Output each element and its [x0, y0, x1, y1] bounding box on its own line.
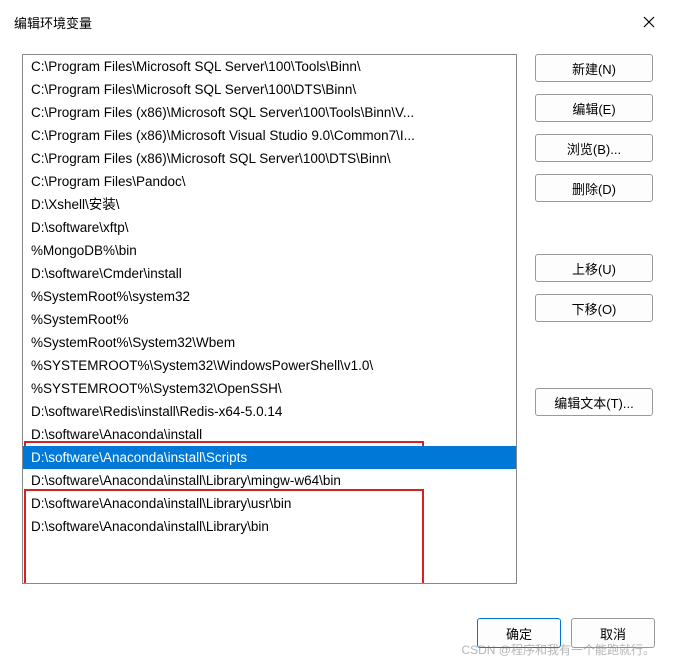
close-button[interactable] — [635, 8, 663, 36]
move-up-button[interactable]: 上移(U) — [535, 254, 653, 282]
list-item[interactable]: D:\software\Anaconda\install\Scripts — [23, 446, 516, 469]
dialog-footer: 确定 取消 — [477, 618, 655, 648]
list-item[interactable]: %SystemRoot%\system32 — [23, 285, 516, 308]
list-wrap: C:\Program Files\Microsoft SQL Server\10… — [22, 54, 517, 584]
edit-button[interactable]: 编辑(E) — [535, 94, 653, 122]
content-area: C:\Program Files\Microsoft SQL Server\10… — [0, 44, 677, 584]
list-item[interactable]: %MongoDB%\bin — [23, 239, 516, 262]
list-item[interactable]: C:\Program Files (x86)\Microsoft Visual … — [23, 124, 516, 147]
move-down-button[interactable]: 下移(O) — [535, 294, 653, 322]
list-item[interactable]: D:\software\Anaconda\install\Library\min… — [23, 469, 516, 492]
list-item[interactable]: C:\Program Files\Pandoc\ — [23, 170, 516, 193]
close-icon — [643, 16, 655, 28]
cancel-button[interactable]: 取消 — [571, 618, 655, 648]
list-item[interactable]: D:\software\xftp\ — [23, 216, 516, 239]
window-title: 编辑环境变量 — [14, 13, 92, 32]
new-button[interactable]: 新建(N) — [535, 54, 653, 82]
list-item[interactable]: C:\Program Files\Microsoft SQL Server\10… — [23, 55, 516, 78]
delete-button[interactable]: 删除(D) — [535, 174, 653, 202]
list-item[interactable]: D:\software\Anaconda\install\Library\bin — [23, 515, 516, 538]
titlebar: 编辑环境变量 — [0, 0, 677, 44]
side-buttons: 新建(N) 编辑(E) 浏览(B)... 删除(D) 上移(U) 下移(O) 编… — [535, 54, 653, 584]
ok-button[interactable]: 确定 — [477, 618, 561, 648]
list-item[interactable]: C:\Program Files (x86)\Microsoft SQL Ser… — [23, 147, 516, 170]
list-item[interactable]: C:\Program Files (x86)\Microsoft SQL Ser… — [23, 101, 516, 124]
list-item[interactable]: D:\Xshell\安装\ — [23, 193, 516, 216]
list-item[interactable]: C:\Program Files\Microsoft SQL Server\10… — [23, 78, 516, 101]
list-item[interactable]: %SYSTEMROOT%\System32\WindowsPowerShell\… — [23, 354, 516, 377]
list-item[interactable]: %SystemRoot%\System32\Wbem — [23, 331, 516, 354]
list-item[interactable]: D:\software\Cmder\install — [23, 262, 516, 285]
list-item[interactable]: %SYSTEMROOT%\System32\OpenSSH\ — [23, 377, 516, 400]
list-item[interactable]: D:\software\Redis\install\Redis-x64-5.0.… — [23, 400, 516, 423]
list-item[interactable]: D:\software\Anaconda\install — [23, 423, 516, 446]
browse-button[interactable]: 浏览(B)... — [535, 134, 653, 162]
list-item[interactable]: %SystemRoot% — [23, 308, 516, 331]
list-item[interactable]: D:\software\Anaconda\install\Library\usr… — [23, 492, 516, 515]
path-listbox[interactable]: C:\Program Files\Microsoft SQL Server\10… — [22, 54, 517, 584]
edit-text-button[interactable]: 编辑文本(T)... — [535, 388, 653, 416]
